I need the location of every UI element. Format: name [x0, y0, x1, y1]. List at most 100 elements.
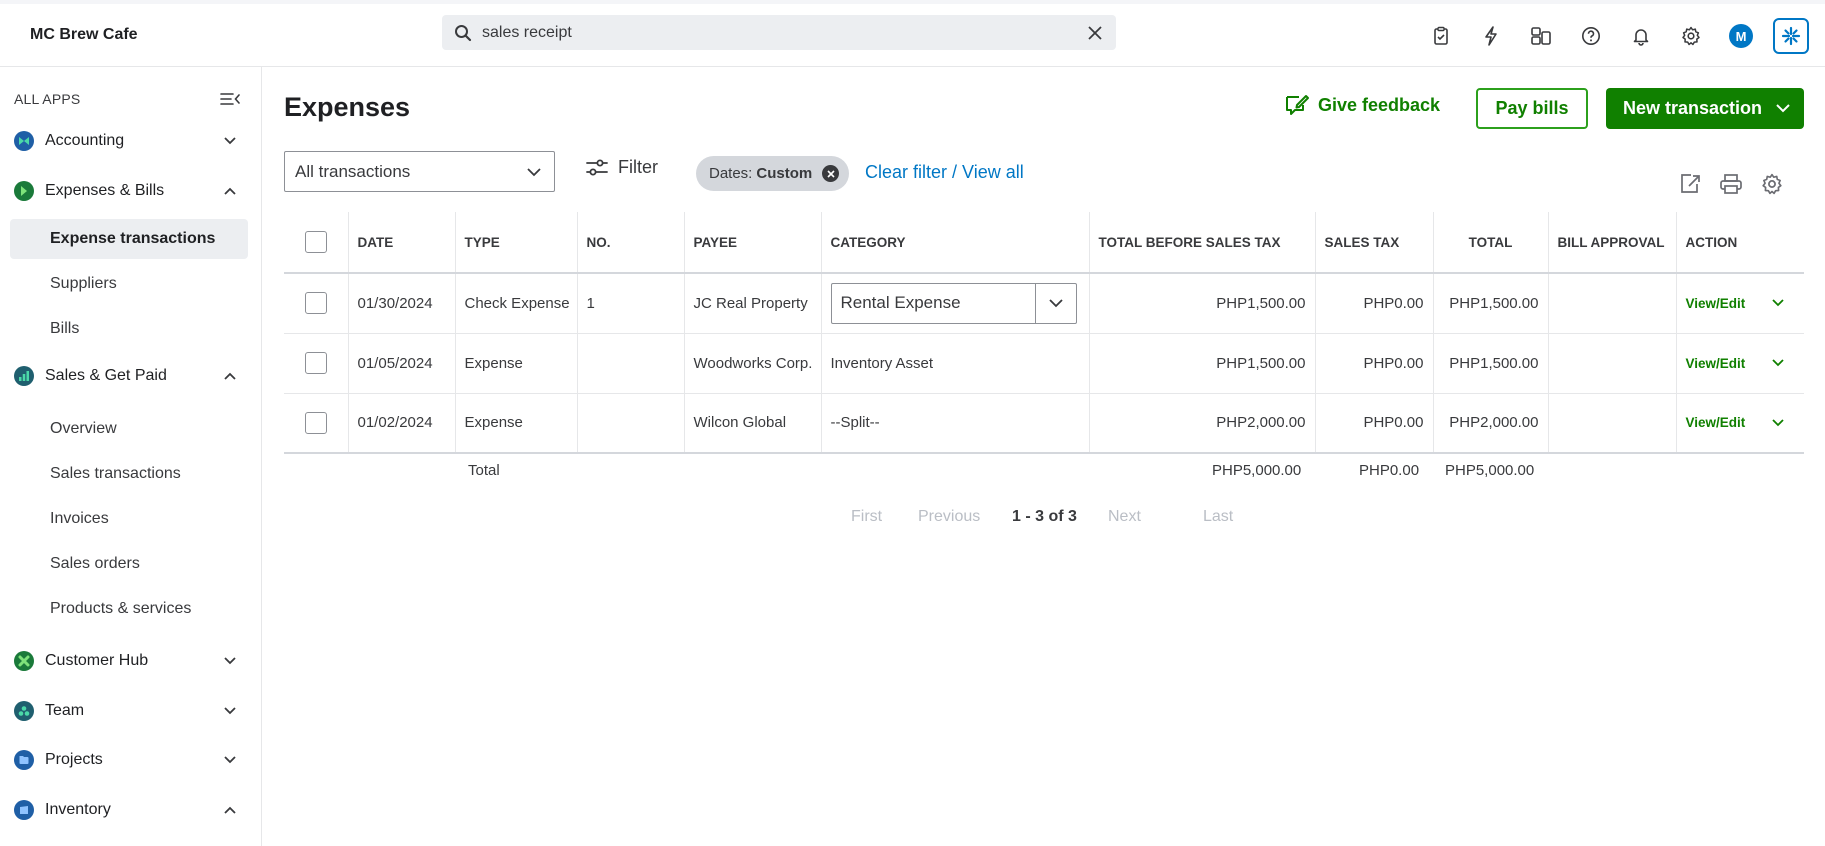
customer-hub-icon [14, 651, 34, 671]
select-all-header [284, 212, 349, 274]
new-transaction-button[interactable]: New transaction [1606, 88, 1804, 129]
col-type[interactable]: TYPE [455, 212, 578, 274]
team-icon [14, 701, 34, 721]
sidebar-section-projects[interactable]: Projects [0, 742, 262, 778]
pager-last[interactable]: Last [1203, 508, 1233, 526]
clear-filter-link[interactable]: Clear filter / View all [865, 162, 1024, 183]
bell-icon[interactable] [1623, 18, 1659, 54]
chevron-down-icon [220, 750, 240, 770]
chevron-down-icon[interactable] [1769, 294, 1787, 312]
table-row[interactable]: 01/30/2024 Check Expense 1 JC Real Prope… [284, 273, 1804, 334]
clear-search-icon[interactable] [1084, 22, 1106, 44]
cell-category: Inventory Asset [821, 333, 1090, 394]
table-settings-gear-icon[interactable] [1758, 170, 1786, 198]
chevron-down-icon [220, 651, 240, 671]
company-name: MC Brew Cafe [30, 26, 138, 43]
new-transaction-label: New transaction [1623, 98, 1763, 118]
cell-sales-tax: PHP0.00 [1315, 393, 1434, 454]
col-category[interactable]: CATEGORY [821, 212, 1090, 274]
clipboard-icon[interactable] [1423, 18, 1459, 54]
print-icon[interactable] [1717, 170, 1745, 198]
total-before-tax-sum: PHP5,000.00 [1212, 462, 1302, 479]
pay-bills-button[interactable]: Pay bills [1476, 88, 1588, 129]
sidebar-section-label: Customer Hub [45, 652, 149, 669]
chevron-down-icon[interactable] [1046, 294, 1066, 314]
sidebar-item-invoices[interactable]: Invoices [10, 499, 248, 539]
sidebar-section-expenses-bills[interactable]: Expenses & Bills [0, 173, 262, 209]
view-edit-link[interactable]: View/Edit [1686, 356, 1746, 371]
sidebar-item-expense-transactions[interactable]: Expense transactions [10, 219, 248, 259]
view-edit-link[interactable]: View/Edit [1686, 296, 1746, 311]
sliders-icon [586, 159, 608, 175]
sidebar-section-accounting[interactable]: Accounting [0, 123, 262, 159]
col-no[interactable]: NO. [577, 212, 685, 274]
user-avatar-button[interactable]: M [1723, 18, 1759, 54]
cell-before-tax: PHP1,500.00 [1089, 273, 1316, 334]
give-feedback-link[interactable]: Give feedback [1284, 93, 1440, 117]
sidebar-item-sales-orders[interactable]: Sales orders [10, 544, 248, 584]
chevron-down-icon[interactable] [1769, 414, 1787, 432]
chevron-up-icon [220, 800, 240, 820]
cell-type: Expense [455, 393, 578, 454]
cell-total: PHP1,500.00 [1433, 333, 1549, 394]
cell-date: 01/02/2024 [348, 393, 456, 454]
chip-key: Dates: [709, 165, 753, 182]
pager-first[interactable]: First [851, 508, 882, 526]
help-icon[interactable] [1573, 18, 1609, 54]
filter-button[interactable]: Filter [586, 157, 658, 178]
cell-sales-tax: PHP0.00 [1315, 273, 1434, 334]
col-total-before-tax[interactable]: TOTAL BEFORE SALES TAX [1089, 212, 1316, 274]
chevron-down-icon[interactable] [1769, 354, 1787, 372]
cell-total: PHP1,500.00 [1433, 273, 1549, 334]
row-select-cell [284, 273, 349, 334]
table-row[interactable]: 01/02/2024 Expense Wilcon Global --Split… [284, 393, 1804, 454]
sidebar-section-customer-hub[interactable]: Customer Hub [0, 643, 262, 679]
sidebar-item-sales-transactions[interactable]: Sales transactions [10, 454, 248, 494]
sidebar-item-bills[interactable]: Bills [10, 309, 248, 349]
chevron-up-icon [220, 366, 240, 386]
select-all-checkbox[interactable] [304, 231, 327, 253]
sidebar-section-inventory[interactable]: Inventory [0, 792, 262, 828]
row-checkbox[interactable] [304, 411, 327, 434]
chevron-down-icon[interactable] [1774, 99, 1792, 117]
dates-filter-chip[interactable]: Dates: Custom [696, 156, 850, 191]
col-bill-approval: BILL APPROVAL [1548, 212, 1677, 274]
gear-icon[interactable] [1673, 18, 1709, 54]
search-input[interactable] [482, 23, 1084, 42]
remove-chip-icon[interactable] [822, 165, 840, 182]
give-feedback-label: Give feedback [1318, 94, 1441, 115]
expenses-table: DATE TYPE NO. PAYEE CATEGORY TOTAL BEFOR… [284, 212, 1804, 454]
sidebar-item-overview[interactable]: Overview [10, 409, 248, 449]
cell-category: --Split-- [821, 393, 1090, 454]
lightning-icon[interactable] [1473, 18, 1509, 54]
inventory-icon [14, 800, 34, 820]
cell-type: Expense [455, 333, 578, 394]
table-tools [1676, 170, 1786, 198]
global-search[interactable] [442, 15, 1116, 50]
sidebar-item-products-services[interactable]: Products & services [10, 589, 248, 629]
category-select[interactable]: Rental Expense [830, 282, 1077, 324]
row-checkbox[interactable] [304, 352, 327, 374]
table-row[interactable]: 01/05/2024 Expense Woodworks Corp. Inven… [284, 333, 1804, 394]
assistant-button[interactable] [1773, 18, 1809, 54]
cell-payee: Woodworks Corp. [684, 333, 822, 394]
col-total[interactable]: TOTAL [1433, 212, 1549, 274]
pager-next[interactable]: Next [1108, 508, 1141, 526]
sidebar-section-sales-get-paid[interactable]: Sales & Get Paid [0, 358, 262, 394]
sidebar-section-team[interactable]: Team [0, 693, 262, 729]
col-payee[interactable]: PAYEE [684, 212, 822, 274]
cell-bill-approval [1548, 393, 1677, 454]
col-date[interactable]: DATE [348, 212, 456, 274]
sidebar-item-suppliers[interactable]: Suppliers [10, 264, 248, 304]
row-checkbox[interactable] [304, 292, 327, 315]
sidebar-section-label: Projects [45, 751, 103, 768]
export-icon[interactable] [1676, 170, 1704, 198]
transaction-type-select[interactable]: All transactions [284, 151, 555, 192]
sales-tax-sum: PHP0.00 [1359, 462, 1420, 479]
cell-date: 01/05/2024 [348, 333, 456, 394]
pager-previous[interactable]: Previous [918, 508, 980, 526]
collapse-menu-icon[interactable] [218, 87, 242, 111]
view-edit-link[interactable]: View/Edit [1686, 415, 1746, 430]
apps-switch-icon[interactable] [1523, 18, 1559, 54]
col-sales-tax[interactable]: SALES TAX [1315, 212, 1434, 274]
